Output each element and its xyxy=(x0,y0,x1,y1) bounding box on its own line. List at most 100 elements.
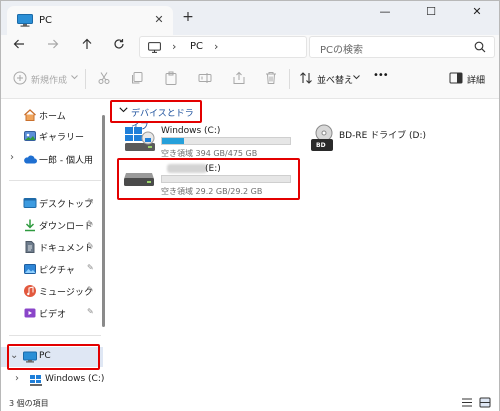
picture-icon xyxy=(23,262,37,276)
drive-usage-fill xyxy=(162,138,184,144)
drive-usage-bar xyxy=(161,137,291,145)
status-bar: 3 個の項目 xyxy=(1,397,499,411)
sidebar-item-label: 一郎 - 個人用 xyxy=(39,156,93,166)
sidebar-item-label: ドキュメント xyxy=(39,244,94,254)
bd-drive-icon xyxy=(309,123,337,158)
search-box[interactable]: PCの検索 xyxy=(309,36,495,58)
tiles-view-icon[interactable] xyxy=(479,397,493,410)
tab-pc[interactable]: PC ✕ xyxy=(7,6,173,35)
minimize-button[interactable]: — xyxy=(363,1,407,25)
arrow-up-icon xyxy=(82,38,92,49)
arrow-left-icon xyxy=(13,39,24,49)
refresh-icon xyxy=(114,39,124,49)
pin-icon[interactable]: ✎ xyxy=(87,307,94,316)
home-icon xyxy=(23,108,37,122)
sidebar-divider xyxy=(9,180,101,181)
pin-icon[interactable]: ✎ xyxy=(87,197,94,206)
sidebar-item-downloads[interactable]: ダウンロード ✎ xyxy=(1,215,103,235)
breadcrumb-separator[interactable]: › xyxy=(172,40,176,53)
drive-item-d[interactable]: BD BD-RE ドライブ (D:) xyxy=(309,123,489,157)
pin-icon[interactable]: ✎ xyxy=(87,219,94,228)
drive-name: Windows (C:) xyxy=(161,126,221,136)
highlight-box-group xyxy=(110,100,202,123)
monitor-icon xyxy=(148,42,161,56)
details-button[interactable]: 詳細 xyxy=(467,73,485,86)
sidebar-scrollbar[interactable] xyxy=(102,115,105,327)
command-separator xyxy=(289,69,290,89)
document-icon xyxy=(23,240,37,254)
pin-icon[interactable]: ✎ xyxy=(87,285,94,294)
search-icon xyxy=(474,41,486,56)
sidebar-item-gallery[interactable]: ギャラリー xyxy=(1,126,103,146)
sidebar-divider xyxy=(9,335,101,336)
explorer-window: PC ✕ + — ☐ ✕ › PC › PCの検索 新規作成 並べ替え ••• … xyxy=(0,0,500,411)
bd-badge: BD xyxy=(316,142,326,149)
arrow-right-icon xyxy=(48,39,59,49)
details-pane-icon xyxy=(449,71,463,87)
windows-drive-icon xyxy=(123,125,157,156)
sidebar-item-label: ミュージック xyxy=(39,288,93,298)
download-icon xyxy=(23,218,37,232)
new-dropdown-icon[interactable] xyxy=(71,73,78,83)
music-icon xyxy=(23,284,37,298)
back-button[interactable] xyxy=(9,37,29,57)
navigation-bar: › PC › PCの検索 xyxy=(1,35,499,59)
sidebar-item-windows-c[interactable]: › Windows (C:) xyxy=(1,370,105,390)
up-button[interactable] xyxy=(77,37,97,57)
sidebar-item-pictures[interactable]: ピクチャ ✎ xyxy=(1,259,103,279)
maximize-button[interactable]: ☐ xyxy=(409,1,453,25)
gallery-icon xyxy=(23,129,37,143)
search-input[interactable]: PCの検索 xyxy=(320,41,363,56)
cloud-icon xyxy=(23,152,37,166)
title-bar: PC ✕ + — ☐ ✕ xyxy=(1,1,499,35)
refresh-button[interactable] xyxy=(109,37,129,57)
sidebar-item-music[interactable]: ミュージック ✎ xyxy=(1,281,103,301)
desktop-icon xyxy=(23,196,37,210)
delete-icon[interactable] xyxy=(264,71,278,87)
breadcrumb-pc[interactable]: PC xyxy=(190,41,203,52)
tab-close-icon[interactable]: ✕ xyxy=(151,12,167,28)
new-button[interactable]: 新規作成 xyxy=(31,73,67,86)
chevron-right-icon[interactable]: › xyxy=(10,152,14,163)
video-icon xyxy=(23,306,37,320)
sidebar-item-label: ビデオ xyxy=(39,310,67,320)
drive-name: BD-RE ドライブ (D:) xyxy=(339,131,426,141)
sidebar-item-label: ホーム xyxy=(39,112,66,122)
more-options-button[interactable]: ••• xyxy=(373,70,389,81)
copy-icon[interactable] xyxy=(130,71,144,87)
sidebar-item-label: Windows (C:) xyxy=(45,374,105,384)
sidebar-item-label: デスクトップ xyxy=(39,200,94,210)
sidebar-item-onedrive[interactable]: › 一郎 - 個人用 xyxy=(1,149,103,169)
breadcrumb-separator[interactable]: › xyxy=(214,40,218,53)
command-bar: 新規作成 並べ替え ••• 詳細 xyxy=(1,59,499,99)
highlight-box-drive-e xyxy=(117,158,300,200)
rename-icon[interactable] xyxy=(198,71,212,87)
forward-button[interactable] xyxy=(43,37,63,57)
sidebar-item-home[interactable]: ホーム xyxy=(1,105,103,125)
tab-title: PC xyxy=(39,15,53,26)
pin-icon[interactable]: ✎ xyxy=(87,263,94,272)
cut-icon[interactable] xyxy=(97,71,111,87)
sidebar-item-videos[interactable]: ビデオ ✎ xyxy=(1,303,103,323)
address-bar[interactable]: › PC › xyxy=(139,36,307,58)
sidebar-item-label: ピクチャ xyxy=(39,266,75,276)
close-window-button[interactable]: ✕ xyxy=(455,1,499,25)
sort-icon xyxy=(299,71,313,87)
pin-icon[interactable]: ✎ xyxy=(87,241,94,250)
new-icon xyxy=(13,71,27,87)
new-tab-button[interactable]: + xyxy=(179,9,197,27)
sort-dropdown-icon[interactable] xyxy=(353,73,360,83)
drive-item-c[interactable]: Windows (C:) 空き領域 394 GB/475 GB xyxy=(123,123,295,158)
details-view-icon[interactable] xyxy=(461,397,475,410)
pc-icon xyxy=(17,14,33,30)
windows-drive-icon xyxy=(29,373,43,387)
share-icon[interactable] xyxy=(232,71,246,87)
chevron-right-icon[interactable]: › xyxy=(15,373,19,384)
sort-button[interactable]: 並べ替え xyxy=(317,73,353,86)
sidebar-item-label: ダウンロード xyxy=(39,222,94,232)
highlight-box-pc xyxy=(7,344,100,370)
command-separator xyxy=(85,69,86,89)
sidebar-item-documents[interactable]: ドキュメント ✎ xyxy=(1,237,103,257)
sidebar-item-desktop[interactable]: デスクトップ ✎ xyxy=(1,193,103,213)
paste-icon[interactable] xyxy=(164,71,178,87)
